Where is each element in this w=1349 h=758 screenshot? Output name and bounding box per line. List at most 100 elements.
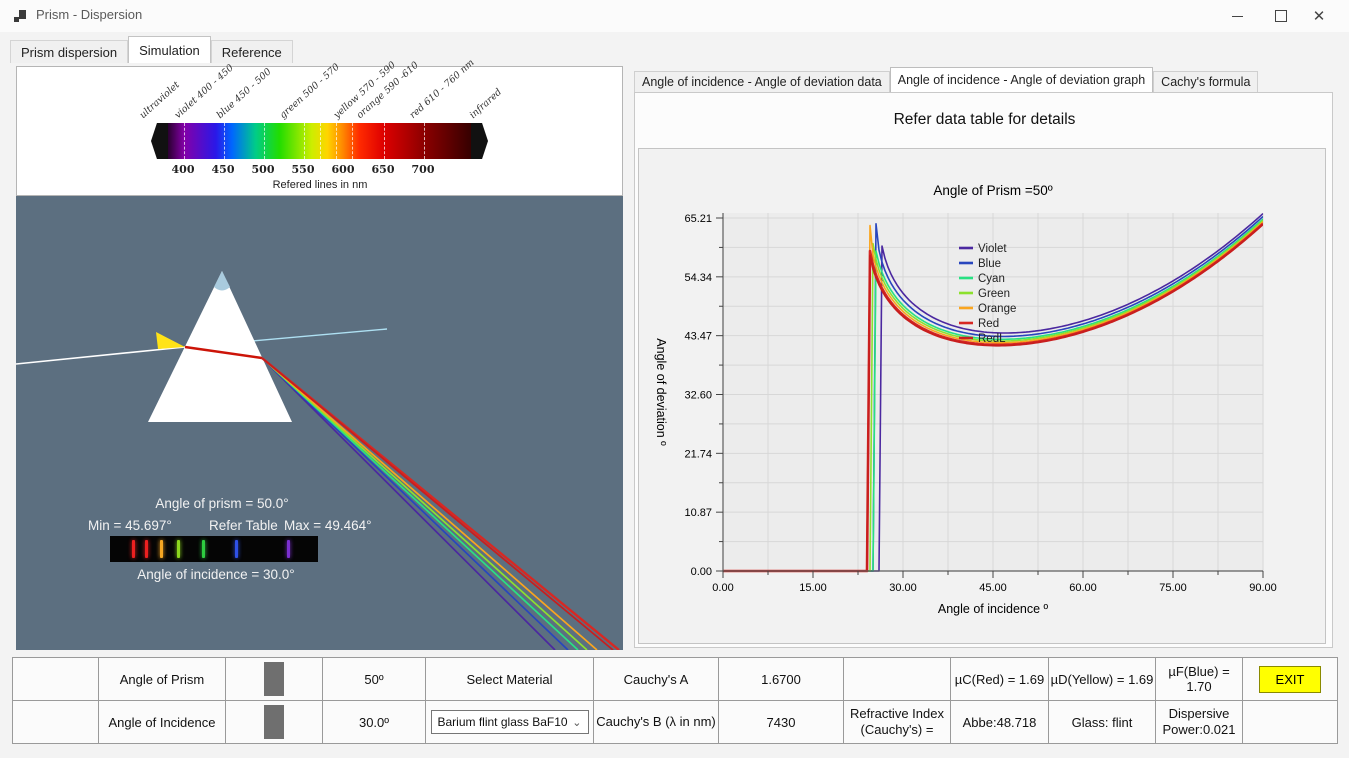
spectrum-divider (424, 123, 425, 159)
spectrum-tick-label: 600 (331, 163, 355, 176)
exit-button[interactable]: EXIT (1259, 665, 1321, 693)
spectrum-tick-label: 400 (171, 163, 195, 176)
svg-text:0.00: 0.00 (712, 582, 733, 594)
legend-label: Green (978, 288, 1010, 300)
abbe-value: Abbe:48.718 (950, 700, 1049, 744)
deviation-tabstrip: Angle of incidence - Angle of deviation … (634, 67, 1259, 92)
angle-of-incidence-readout: Angle of incidence = 30.0° (137, 567, 295, 582)
incidence-angle-marker (156, 332, 185, 349)
prism-simulation-canvas: Angle of prism = 50.0° Min = 45.697° Ref… (16, 196, 623, 650)
material-cell: Barium flint glass BaF10 ⌄ (425, 700, 594, 744)
spectrum-band-label: infrared (467, 86, 505, 121)
svg-text:21.74: 21.74 (684, 448, 712, 460)
close-button[interactable]: ✕ (1297, 2, 1341, 30)
empty-cell (1242, 700, 1338, 744)
emission-line (177, 540, 180, 558)
refractive-index-label: Refractive Index (Cauchy's) = (843, 700, 951, 744)
spectrum-tick-label: 550 (291, 163, 315, 176)
right-panel: Angle of incidence - Angle of deviation … (630, 66, 1337, 652)
angle-of-incidence-value: 30.0º (322, 700, 426, 744)
material-dropdown[interactable]: Barium flint glass BaF10 ⌄ (430, 710, 589, 734)
app-window: { "window": { "title": "Prism - Dispersi… (0, 0, 1349, 758)
graph-tab-page: Refer data table for details 0.00 15.00 30… (634, 92, 1333, 648)
tab-simulation[interactable]: Simulation (128, 36, 211, 63)
angle-of-incidence-label: Angle of Incidence (98, 700, 226, 744)
empty-cell (12, 657, 99, 701)
spectrum-caption: Refered lines in nm (272, 179, 368, 191)
angle-of-prism-label: Angle of Prism (98, 657, 226, 701)
cauchys-a-value: 1.6700 (718, 657, 844, 701)
emission-line (145, 540, 148, 558)
svg-text:60.00: 60.00 (1069, 582, 1097, 594)
svg-text:75.00: 75.00 (1159, 582, 1187, 594)
emission-line (160, 540, 163, 558)
angle-of-prism-readout: Angle of prism = 50.0° (155, 496, 289, 511)
material-dropdown-value: Barium flint glass BaF10 (437, 715, 568, 729)
cauchys-a-label: Cauchy's A (593, 657, 719, 701)
deviation-chart: 0.00 15.00 30.00 45.00 60.00 75.00 90.00 0.00 10… (638, 148, 1326, 644)
min-deviation-readout: Min = 45.697° (88, 518, 172, 533)
empty-cell (12, 700, 99, 744)
emission-line (235, 540, 238, 558)
exit-cell: EXIT (1242, 657, 1338, 701)
emission-line (202, 540, 205, 558)
x-axis-title: Angle of incidence º (938, 602, 1049, 616)
angle-of-incidence-slider[interactable] (225, 700, 323, 744)
minimize-icon (1231, 15, 1243, 17)
svg-text:10.87: 10.87 (684, 507, 712, 519)
spectrum-left-arrow (151, 123, 168, 159)
tab-cauchys-formula[interactable]: Cachy's formula (1153, 71, 1259, 92)
tab-deviation-data[interactable]: Angle of incidence - Angle of deviation … (634, 71, 890, 92)
max-deviation-readout: Max = 49.464° (284, 518, 372, 533)
spectrum-tick-label: 700 (411, 163, 435, 176)
control-table: Angle of Prism 50º Select Material Cauch… (12, 657, 1338, 744)
legend-label: RedL (978, 333, 1006, 345)
tab-deviation-graph[interactable]: Angle of incidence - Angle of deviation … (889, 67, 1154, 92)
close-icon: ✕ (1312, 8, 1326, 25)
refer-table-label: Refer Table (209, 518, 278, 533)
tab-reference[interactable]: Reference (210, 40, 293, 63)
slider-thumb[interactable] (264, 705, 284, 739)
y-axis-title: Angle of deviation º (654, 338, 668, 446)
mu-d-yellow-value: µD(Yellow) = 1.69 (1048, 657, 1156, 701)
legend-label: Red (978, 318, 999, 330)
empty-cell (843, 657, 951, 701)
legend-label: Blue (978, 258, 1001, 270)
tab-prism-dispersion[interactable]: Prism dispersion (10, 40, 129, 63)
main-tabstrip: Prism dispersion Simulation Reference (10, 36, 293, 63)
minimize-button[interactable] (1215, 2, 1259, 30)
spectrum-divider (336, 123, 337, 159)
cauchys-b-label: Cauchy's B (λ in nm) (593, 700, 719, 744)
cauchys-b-value: 7430 (718, 700, 844, 744)
spectrum-divider (320, 123, 321, 159)
window-title: Prism - Dispersion (36, 7, 143, 22)
chart-title: Angle of Prism =50º (933, 183, 1052, 198)
spectrum-divider (184, 123, 185, 159)
chevron-down-icon: ⌄ (572, 716, 582, 729)
spectrum-tick-label: 500 (251, 163, 275, 176)
mu-f-blue-value: µF(Blue) = 1.70 (1155, 657, 1243, 701)
angle-of-prism-value: 50º (322, 657, 426, 701)
select-material-label: Select Material (425, 657, 594, 701)
svg-text:65.21: 65.21 (684, 213, 712, 225)
deviation-chart-svg: 0.00 15.00 30.00 45.00 60.00 75.00 90.00 0.00 10… (654, 183, 1277, 616)
svg-text:32.60: 32.60 (684, 389, 712, 401)
angle-of-prism-slider[interactable] (225, 657, 323, 701)
emission-line (132, 540, 135, 558)
legend-label: Violet (978, 243, 1007, 255)
app-icon (14, 10, 26, 22)
svg-text:0.00: 0.00 (691, 566, 712, 578)
mu-c-red-value: µC(Red) = 1.69 (950, 657, 1049, 701)
svg-text:54.34: 54.34 (684, 272, 712, 284)
slider-thumb[interactable] (264, 662, 284, 696)
glass-type-value: Glass: flint (1048, 700, 1156, 744)
spectrum-divider (384, 123, 385, 159)
spectrum-tick-label: 650 (371, 163, 395, 176)
spectrum-reference-box: Refered lines in nm ultraviolet violet 40… (16, 57, 623, 196)
title-bar: Prism - Dispersion ✕ (0, 0, 1349, 32)
incident-ray (16, 346, 186, 365)
emission-line (287, 540, 290, 558)
graph-page-header: Refer data table for details (893, 111, 1076, 128)
spectrum-gradient-bar (168, 123, 471, 159)
spectrum-tick-label: 450 (211, 163, 235, 176)
